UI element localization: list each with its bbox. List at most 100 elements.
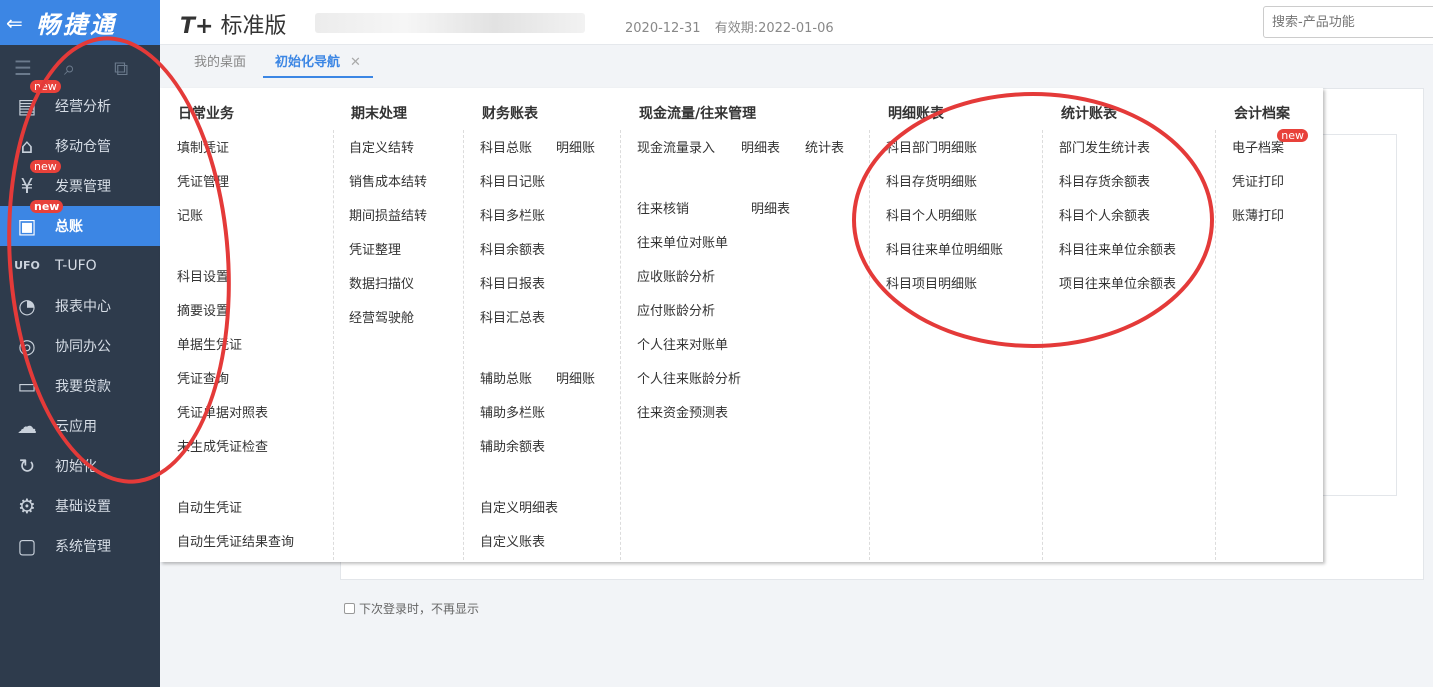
sidebar-item-label: 云应用 — [55, 419, 97, 435]
menu-item[interactable]: 明细账 — [556, 137, 595, 156]
menu-item[interactable]: 项目往来单位余额表 — [1059, 273, 1176, 292]
menu-item[interactable]: 凭证整理 — [349, 239, 401, 258]
menu-item[interactable]: 数据扫描仪 — [349, 273, 414, 292]
menu-item[interactable]: 填制凭证 — [177, 137, 229, 156]
menu-item[interactable]: 现金流量录入 — [637, 137, 715, 156]
new-window-icon[interactable]: ⧉ — [114, 56, 128, 80]
menu-item[interactable]: 科目日记账 — [480, 171, 545, 190]
sidebar-item-warehouse[interactable]: ⌂ 移动仓管 — [0, 126, 160, 166]
menu-item[interactable]: 科目总账 — [480, 137, 532, 156]
search-input[interactable] — [1263, 6, 1433, 38]
menu-item[interactable]: 科目部门明细账 — [886, 137, 977, 156]
tab-bar: 我的桌面 初始化导航 ✕ — [160, 46, 1433, 78]
menu-item[interactable]: 账薄打印 — [1232, 205, 1284, 224]
menu-item[interactable]: 辅助总账 — [480, 368, 532, 387]
sidebar-item-basic-settings[interactable]: ⚙ 基础设置 — [0, 486, 160, 526]
menu-item[interactable]: 凭证单据对照表 — [177, 402, 268, 421]
menu-item[interactable]: 统计表 — [805, 137, 844, 156]
menu-item[interactable]: 辅助多栏账 — [480, 402, 545, 421]
sidebar-item-tufo[interactable]: UFO T-UFO — [0, 246, 160, 286]
new-badge: new — [30, 80, 61, 93]
menu-item[interactable]: 辅助余额表 — [480, 436, 545, 455]
menu-item[interactable]: 科目往来单位明细账 — [886, 239, 1003, 258]
dont-show-checkbox[interactable] — [344, 603, 355, 614]
sidebar-item-label: 初始化 — [55, 459, 97, 475]
ledger-icon: ▣ — [17, 214, 37, 238]
menu-item[interactable]: 科目设置 — [177, 266, 229, 285]
menu-item[interactable]: 销售成本结转 — [349, 171, 427, 190]
product-name: 标准版 — [220, 14, 287, 39]
redacted-company-name — [315, 13, 585, 33]
menu-item[interactable]: 科目项目明细账 — [886, 273, 977, 292]
sidebar-item-invoice[interactable]: ¥ new 发票管理 — [0, 160, 160, 206]
column-divider — [869, 130, 870, 560]
menu-item[interactable]: 自动生凭证结果查询 — [177, 531, 294, 550]
menu-item[interactable]: 应收账龄分析 — [637, 266, 715, 285]
menu-item-e-archive[interactable]: 电子档案 new — [1232, 129, 1309, 156]
menu-item[interactable]: 部门发生统计表 — [1059, 137, 1150, 156]
tab-label: 初始化导航 — [275, 55, 341, 70]
sidebar-item-label: T-UFO — [55, 258, 97, 274]
sidebar-item-label: 报表中心 — [55, 299, 111, 315]
menu-item[interactable]: 科目存货明细账 — [886, 171, 977, 190]
init-navigation-menu: 日常业务 填制凭证 凭证管理 记账 科目设置 摘要设置 单据生凭证 凭证查询 凭… — [160, 88, 1323, 562]
sidebar-item-reports[interactable]: ◔ 报表中心 — [0, 286, 160, 326]
sidebar-item-loan[interactable]: ▭ 我要贷款 — [0, 366, 160, 406]
menu-item[interactable]: 明细表 — [751, 198, 790, 217]
menu-item[interactable]: 单据生凭证 — [177, 334, 242, 353]
analysis-icon: ▤ — [17, 94, 37, 118]
menu-item[interactable]: 个人往来账龄分析 — [637, 368, 741, 387]
column-divider — [1042, 130, 1043, 560]
close-icon[interactable]: ✕ — [350, 55, 361, 70]
menu-item[interactable]: 凭证打印 — [1232, 171, 1284, 190]
menu-item[interactable]: 科目汇总表 — [480, 307, 545, 326]
dont-show-option[interactable]: 下次登录时，不再显示 — [344, 600, 479, 617]
menu-item[interactable]: 往来单位对账单 — [637, 232, 728, 251]
monitor-icon: ▢ — [17, 534, 37, 558]
sidebar-item-system[interactable]: ▢ 系统管理 — [0, 526, 160, 566]
sidebar-item-label: 系统管理 — [55, 539, 111, 555]
sidebar-item-init[interactable]: ↻ 初始化 — [0, 446, 160, 486]
menu-item[interactable]: 科目往来单位余额表 — [1059, 239, 1176, 258]
menu-item[interactable]: 科目余额表 — [480, 239, 545, 258]
menu-item[interactable]: 记账 — [177, 205, 203, 224]
menu-item[interactable]: 经营驾驶舱 — [349, 307, 414, 326]
menu-column-title: 期末处理 — [351, 106, 407, 122]
menu-item[interactable]: 科目多栏账 — [480, 205, 545, 224]
menu-item[interactable]: 应付账龄分析 — [637, 300, 715, 319]
tab-init-navigation[interactable]: 初始化导航 ✕ — [263, 46, 373, 78]
sidebar: ⇐ 畅捷通 ☰ ⌕ ⧉ ▤ new 经营分析 ⌂ 移动仓管 ¥ new 发票管理… — [0, 0, 160, 687]
menu-item[interactable]: 凭证管理 — [177, 171, 229, 190]
menu-item[interactable]: 明细表 — [741, 137, 780, 156]
menu-item[interactable]: 凭证查询 — [177, 368, 229, 387]
ufo-icon: UFO — [14, 259, 40, 272]
menu-item[interactable]: 摘要设置 — [177, 300, 229, 319]
menu-item[interactable]: 科目存货余额表 — [1059, 171, 1150, 190]
menu-item[interactable]: 期间损益结转 — [349, 205, 427, 224]
menu-item[interactable]: 明细账 — [556, 368, 595, 387]
menu-item[interactable]: 科目个人余额表 — [1059, 205, 1150, 224]
menu-column-title: 会计档案 — [1234, 106, 1290, 122]
sidebar-item-analysis[interactable]: ▤ new 经营分析 — [0, 80, 160, 126]
menu-item[interactable]: 个人往来对账单 — [637, 334, 728, 353]
menu-icon[interactable]: ☰ — [14, 56, 32, 80]
menu-item[interactable]: 自定义结转 — [349, 137, 414, 156]
menu-column-title: 统计账表 — [1061, 106, 1117, 122]
warehouse-icon: ⌂ — [20, 134, 34, 158]
menu-item[interactable]: 往来资金预测表 — [637, 402, 728, 421]
brand-bar: ⇐ 畅捷通 — [0, 0, 160, 45]
menu-item[interactable]: 科目个人明细账 — [886, 205, 977, 224]
menu-item[interactable]: 自动生凭证 — [177, 497, 242, 516]
sidebar-item-cloud[interactable]: ☁ 云应用 — [0, 406, 160, 446]
tab-my-desktop[interactable]: 我的桌面 — [194, 46, 246, 78]
search-doc-icon[interactable]: ⌕ — [64, 56, 75, 80]
date-info: 2020-12-31 有效期:2022-01-06 — [625, 17, 844, 36]
menu-item[interactable]: 自定义明细表 — [480, 497, 558, 516]
sidebar-item-ledger[interactable]: ▣ new 总账 — [0, 200, 160, 246]
menu-item[interactable]: 科目日报表 — [480, 273, 545, 292]
menu-item[interactable]: 未生成凭证检查 — [177, 436, 268, 455]
menu-item[interactable]: 往来核销 — [637, 198, 689, 217]
sidebar-item-collaboration[interactable]: ◎ 协同办公 — [0, 326, 160, 366]
arrow-left-icon[interactable]: ⇐ — [6, 11, 30, 35]
menu-item[interactable]: 自定义账表 — [480, 531, 545, 550]
